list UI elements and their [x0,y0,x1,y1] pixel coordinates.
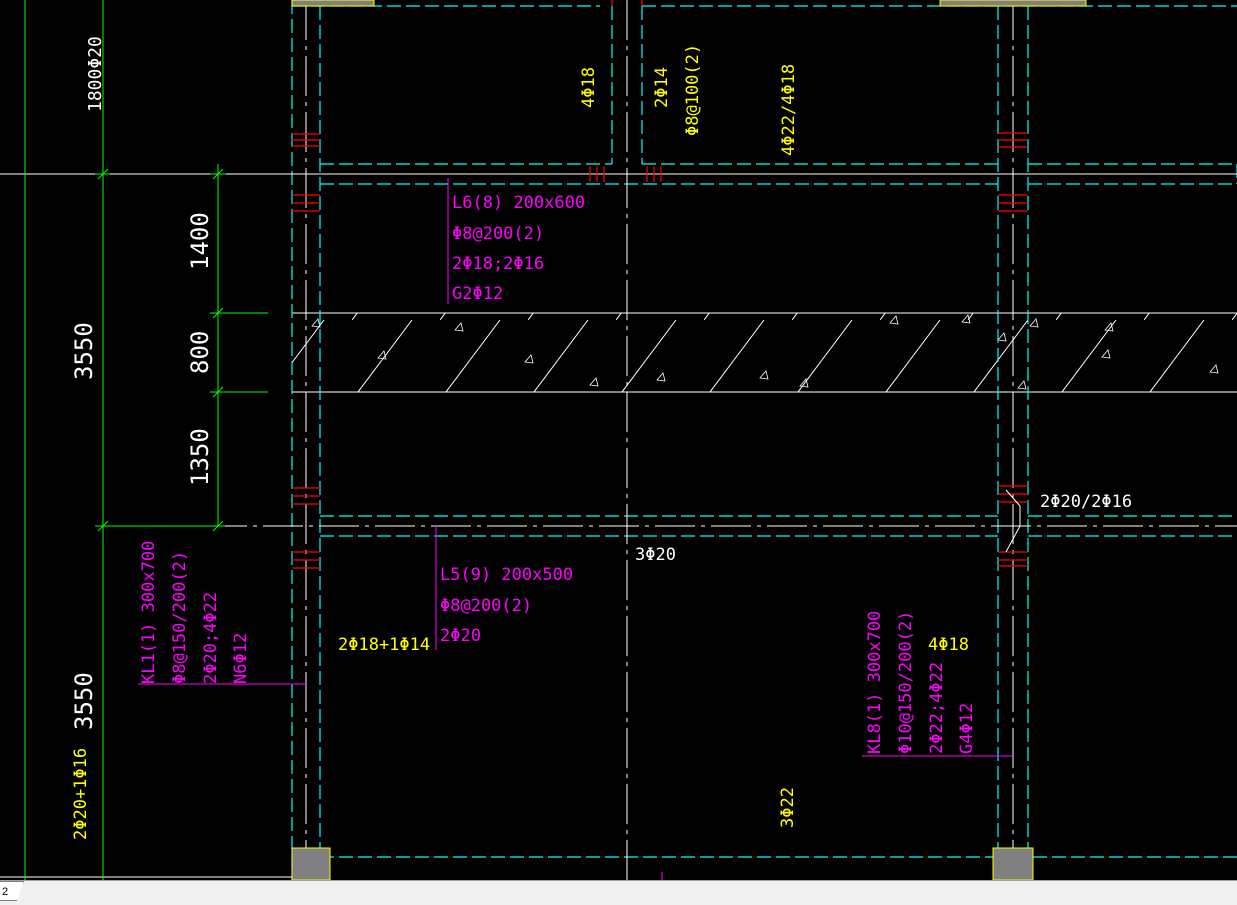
dim-1350: 1350 [186,428,214,486]
dim-1800-top-rebar: 1800Φ20 [85,36,106,112]
kl8-side-bar: G4Φ12 [957,703,977,754]
leader-lines [138,178,1013,880]
rebar-label-2phi18: 2Φ18+1Φ14 [338,635,430,655]
rebar-label-3phi22: 3Φ22 [778,787,798,828]
beam-outlines [291,0,1237,880]
hatched-slab-band [292,312,1237,393]
rebar-label-2phi20-right: 2Φ20/2Φ16 [1040,492,1132,512]
kl8-title: KL8(1) 300x700 [865,611,885,754]
beam-annotation-kl8[interactable]: KL8(1) 300x700 Φ10@150/200(2) 2Φ22;4Φ22 … [865,611,977,754]
status-bar [0,880,1237,905]
kl1-title: KL1(1) 300x700 [139,541,159,684]
l5-title: L5(9) 200x500 [440,565,573,585]
kl1-rebar: 2Φ20;4Φ22 [201,592,221,684]
l5-stirrup: Φ8@200(2) [440,596,532,616]
l6-side-bar: G2Φ12 [452,284,503,304]
rebar-label-4phi22-top: 4Φ22/4Φ18 [779,64,799,156]
rebar-label-4phi18-top: 4Φ18 [579,67,599,108]
kl1-side-bar: N6Φ12 [231,633,251,684]
dim-3550-upper: 3550 [70,322,98,380]
kl1-stirrup: Φ8@150/200(2) [170,551,190,684]
dim-3550-lower: 3550 [70,672,98,730]
kl8-stirrup: Φ10@150/200(2) [896,611,916,754]
beam-annotation-kl1[interactable]: KL1(1) 300x700 Φ8@150/200(2) 2Φ20;4Φ22 N… [139,541,251,684]
rebar-label-3phi20: 3Φ20 [635,545,676,565]
beam-annotation-l6[interactable]: L6(8) 200x600 Φ8@200(2) 2Φ18;2Φ16 G2Φ12 [452,193,585,304]
kl8-rebar: 2Φ22;4Φ22 [927,662,947,754]
dim-800: 800 [186,331,214,374]
dim-1400: 1400 [186,212,214,270]
left-bottom-rebar-label: 2Φ20+1Φ16 [71,748,91,840]
dimension-lines [24,0,268,880]
l6-rebar: 2Φ18;2Φ16 [452,254,544,274]
l5-rebar: 2Φ20 [440,626,481,646]
beam-annotation-l5[interactable]: L5(9) 200x500 Φ8@200(2) 2Φ20 [440,565,573,646]
rebar-label-stirrup-top: Φ8@100(2) [683,44,703,136]
l6-title: L6(8) 200x600 [452,193,585,213]
cad-drawing-canvas[interactable]: 1800Φ20 3550 3550 1400 800 1350 2Φ20+1Φ1… [0,0,1237,880]
rebar-label-2phi14-top: 2Φ14 [652,67,672,108]
rebar-label-kl8-4phi18: 4Φ18 [928,635,969,655]
l6-stirrup: Φ8@200(2) [452,224,544,244]
